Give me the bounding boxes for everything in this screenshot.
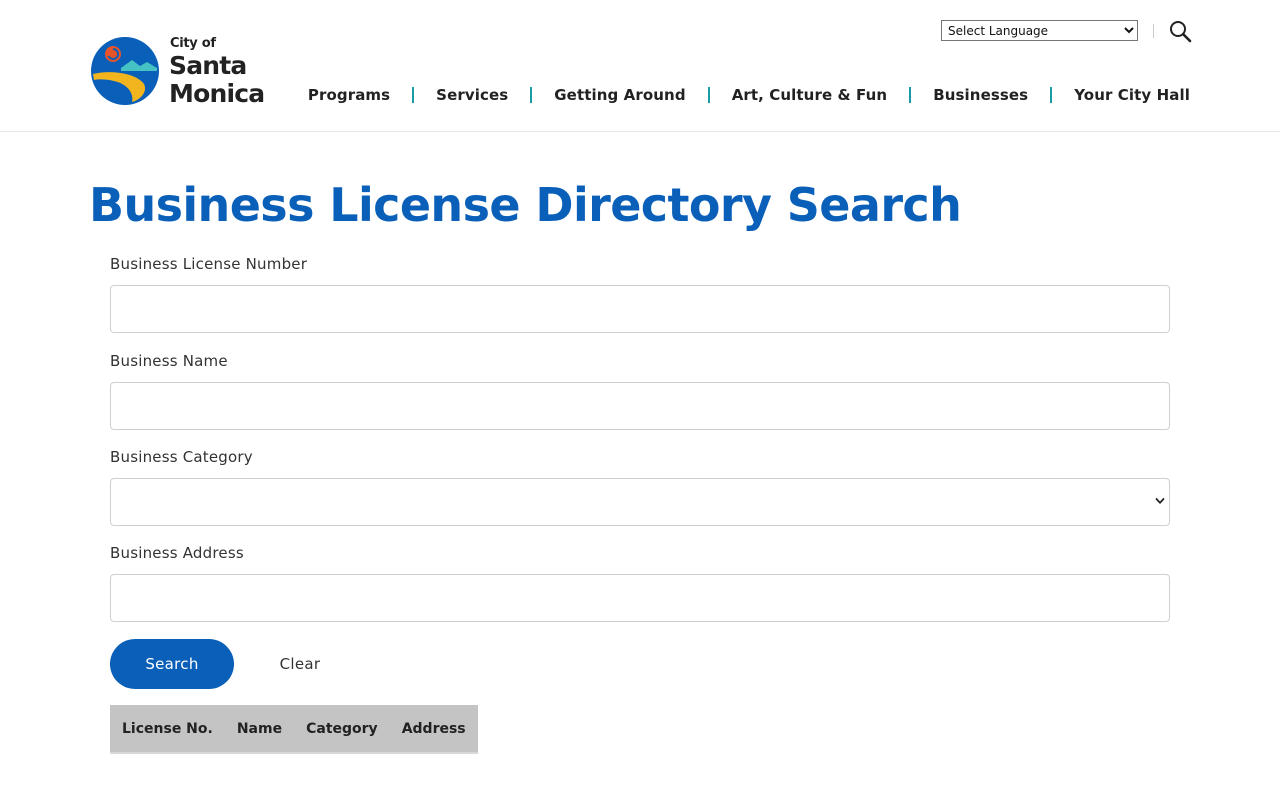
nav-separator (412, 87, 415, 103)
nav-separator (1050, 87, 1053, 103)
nav-item-getting-around[interactable]: Getting Around (554, 86, 685, 104)
business-category-label: Business Category (110, 448, 253, 466)
business-name-input[interactable] (110, 382, 1170, 430)
utility-divider (1153, 24, 1154, 38)
santa-monica-logo-icon (91, 37, 159, 105)
page-title: Business License Directory Search (89, 178, 962, 232)
column-header-address[interactable]: Address (389, 705, 478, 754)
table-header-row: License No. Name Category Address (110, 705, 478, 754)
business-name-label: Business Name (110, 352, 228, 370)
nav-separator (530, 87, 533, 103)
column-header-license-no[interactable]: License No. (110, 705, 225, 754)
results-table: License No. Name Category Address (110, 705, 478, 754)
nav-separator (909, 87, 912, 103)
language-select[interactable]: Select Language (941, 20, 1138, 41)
city-logo[interactable]: City of Santa Monica (90, 36, 280, 108)
site-header: City of Santa Monica Select Language Pro… (0, 0, 1280, 132)
logo-monica: Monica (169, 79, 265, 108)
nav-item-programs[interactable]: Programs (308, 86, 390, 104)
nav-separator (707, 87, 710, 103)
logo-city-of: City of (170, 36, 216, 51)
business-address-input[interactable] (110, 574, 1170, 622)
nav-item-services[interactable]: Services (436, 86, 508, 104)
column-header-category[interactable]: Category (294, 705, 390, 754)
clear-button[interactable]: Clear (263, 639, 337, 689)
search-icon[interactable] (1168, 19, 1192, 43)
search-button[interactable]: Search (110, 639, 234, 689)
logo-santa: Santa (169, 51, 247, 80)
main-nav: Programs Services Getting Around Art, Cu… (308, 84, 1190, 106)
business-address-label: Business Address (110, 544, 244, 562)
license-number-label: Business License Number (110, 255, 308, 273)
column-header-name[interactable]: Name (224, 705, 295, 754)
chevron-down-icon (1155, 498, 1165, 504)
logo-wordmark: City of Santa Monica (169, 36, 265, 108)
nav-item-businesses[interactable]: Businesses (933, 86, 1028, 104)
license-number-input[interactable] (110, 285, 1170, 333)
nav-item-art-culture-fun[interactable]: Art, Culture & Fun (732, 86, 888, 104)
nav-item-your-city-hall[interactable]: Your City Hall (1074, 86, 1190, 104)
business-category-select[interactable] (110, 478, 1170, 526)
